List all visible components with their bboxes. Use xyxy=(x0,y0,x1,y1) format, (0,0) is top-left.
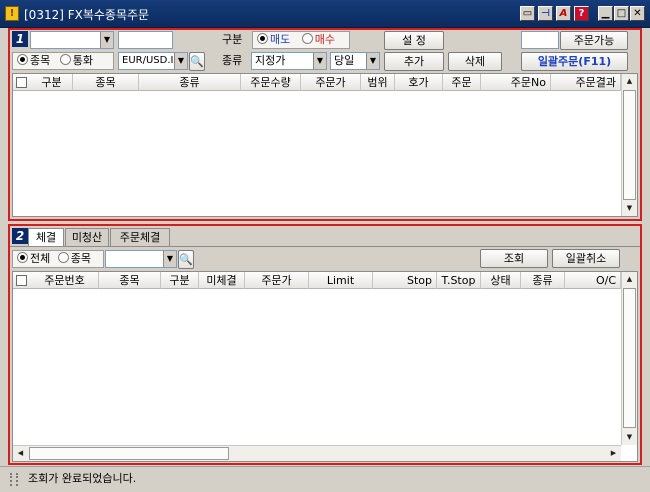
tab-bar: 체결 미청산 주문체결 xyxy=(28,228,258,247)
quantity-field[interactable] xyxy=(521,31,559,49)
column-header[interactable]: 종목 xyxy=(99,272,161,289)
pin-icon[interactable]: ⊣ xyxy=(538,6,553,21)
status-bar: 조회가 완료되었습니다. xyxy=(0,466,650,492)
close-icon[interactable]: ✕ xyxy=(630,6,645,21)
select-all-checkbox[interactable] xyxy=(16,275,27,286)
account-select[interactable]: ▼ xyxy=(30,31,114,49)
execution-grid-hscrollbar[interactable]: ◀ ▶ xyxy=(13,445,621,461)
scroll-left-icon[interactable]: ◀ xyxy=(13,446,28,461)
order-grid-header: 구분 종목 종류 주문수량 주문가 범위 호가 주문 주문No 주문결과 xyxy=(13,74,621,91)
add-button[interactable]: 추가 xyxy=(384,52,444,71)
execution-grid-header: 주문번호 종목 구분 미체결 주문가 Limit Stop T.Stop 상태 … xyxy=(13,272,621,289)
scroll-down-icon[interactable]: ▼ xyxy=(622,201,637,216)
column-header[interactable]: 구분 xyxy=(31,74,73,91)
search-icon[interactable]: 🔍 xyxy=(189,52,205,71)
bulk-order-button[interactable]: 일괄주문(F11) xyxy=(521,52,628,71)
currency-radio[interactable]: 통화 xyxy=(59,54,93,67)
minimize-icon[interactable]: ▁ xyxy=(598,6,613,21)
scroll-thumb[interactable] xyxy=(623,288,636,428)
radio-off-icon xyxy=(301,33,313,44)
scroll-thumb[interactable] xyxy=(29,447,229,460)
tab-open-positions[interactable]: 미청산 xyxy=(65,228,109,246)
execution-panel: 2 체결 미청산 주문체결 전체 종목 ▼ 🔍 조회 일괄취소 주문번호 종목 … xyxy=(8,224,642,465)
column-header[interactable]: 구분 xyxy=(161,272,199,289)
symbol-filter-radio[interactable]: 종목 xyxy=(57,252,91,265)
column-header[interactable]: Stop xyxy=(373,272,437,289)
column-header[interactable]: 주문번호 xyxy=(31,272,99,289)
scroll-right-icon[interactable]: ▶ xyxy=(606,446,621,461)
tab-executions[interactable]: 체결 xyxy=(28,228,64,246)
app-icon: ! xyxy=(5,6,19,21)
column-header[interactable]: T.Stop xyxy=(437,272,481,289)
column-header[interactable]: 상태 xyxy=(481,272,521,289)
order-type-select[interactable]: 지정가 ▼ xyxy=(251,52,327,70)
order-grid: 구분 종목 종류 주문수량 주문가 범위 호가 주문 주문No 주문결과 ▲ ▼ xyxy=(12,73,638,217)
chevron-down-icon: ▼ xyxy=(100,32,113,48)
tab-order-executions[interactable]: 주문체결 xyxy=(110,228,170,246)
buy-radio[interactable]: 매수 xyxy=(301,33,335,46)
settings-button[interactable]: 설 정 xyxy=(384,31,444,50)
chevron-down-icon: ▼ xyxy=(174,53,187,69)
column-header[interactable]: 호가 xyxy=(395,74,443,91)
cancel-all-button[interactable]: 일괄취소 xyxy=(552,249,620,268)
lookup-radio-group: 종목 통화 xyxy=(12,52,114,70)
chevron-down-icon: ▼ xyxy=(366,53,379,69)
font-icon[interactable]: A xyxy=(556,6,571,21)
sell-radio[interactable]: 매도 xyxy=(257,33,290,46)
column-header[interactable]: 주문결과 xyxy=(551,74,621,91)
symbol-select[interactable]: EUR/USD.I ▼ xyxy=(118,52,188,70)
kind-label: 종류 xyxy=(222,54,243,67)
execution-grid: 주문번호 종목 구분 미체결 주문가 Limit Stop T.Stop 상태 … xyxy=(12,271,638,462)
column-header[interactable]: Limit xyxy=(309,272,373,289)
symbol-radio[interactable]: 종목 xyxy=(17,54,50,67)
scroll-up-icon[interactable]: ▲ xyxy=(622,272,637,287)
search-icon[interactable]: 🔍 xyxy=(178,250,194,269)
radio-on-icon xyxy=(257,33,268,44)
maximize-icon[interactable]: □ xyxy=(614,6,629,21)
help-icon[interactable]: ? xyxy=(574,6,589,21)
chevron-down-icon: ▼ xyxy=(313,53,326,69)
radio-on-icon xyxy=(17,252,28,263)
title-bar: ! [0312] FX복수종목주문 ▭ ⊣ A ? ▁ □ ✕ xyxy=(0,0,650,28)
gubun-label: 구분 xyxy=(222,33,243,46)
grip-icon xyxy=(10,473,18,486)
radio-off-icon xyxy=(57,252,69,263)
select-all-checkbox[interactable] xyxy=(16,77,27,88)
order-entry-panel: 1 ▼ 구분 매도 매수 설 정 주문가능 종목 통화 EUR/USD.I ▼ … xyxy=(8,28,642,221)
query-button[interactable]: 조회 xyxy=(480,249,548,268)
column-header[interactable]: 미체결 xyxy=(199,272,245,289)
window-title: [0312] FX복수종목주문 xyxy=(24,8,150,22)
tab-divider xyxy=(10,246,640,247)
column-header[interactable]: 주문수량 xyxy=(241,74,301,91)
column-header[interactable]: O/C xyxy=(565,272,621,289)
execution-grid-vscrollbar[interactable]: ▲ ▼ xyxy=(621,272,637,445)
radio-off-icon xyxy=(59,54,71,65)
column-header[interactable]: 범위 xyxy=(361,74,395,91)
window-link-icon[interactable]: ▭ xyxy=(520,6,535,21)
all-radio[interactable]: 전체 xyxy=(17,252,50,265)
password-field[interactable] xyxy=(118,31,173,49)
chevron-down-icon: ▼ xyxy=(163,251,176,267)
column-header[interactable]: 주문 xyxy=(443,74,481,91)
scroll-up-icon[interactable]: ▲ xyxy=(622,74,637,89)
scroll-thumb[interactable] xyxy=(623,90,636,200)
column-header[interactable]: 주문가 xyxy=(301,74,361,91)
column-header[interactable]: 종류 xyxy=(139,74,241,91)
scroll-down-icon[interactable]: ▼ xyxy=(622,430,637,445)
filter-radio-group: 전체 종목 xyxy=(12,250,104,268)
radio-on-icon xyxy=(17,54,28,65)
column-header[interactable]: 주문No xyxy=(481,74,551,91)
side-radio-group: 매도 매수 xyxy=(252,31,350,49)
panel-badge: 1 xyxy=(12,31,28,47)
column-header[interactable]: 주문가 xyxy=(245,272,309,289)
status-message: 조회가 완료되었습니다. xyxy=(28,472,137,485)
order-grid-vscrollbar[interactable]: ▲ ▼ xyxy=(621,74,637,216)
symbol-filter-select[interactable]: ▼ xyxy=(105,250,177,268)
column-header[interactable]: 종목 xyxy=(73,74,139,91)
delete-button[interactable]: 삭제 xyxy=(448,52,502,71)
column-header[interactable]: 종류 xyxy=(521,272,565,289)
panel-badge: 2 xyxy=(12,228,28,244)
validity-select[interactable]: 당일 ▼ xyxy=(330,52,380,70)
orderable-button[interactable]: 주문가능 xyxy=(560,31,628,50)
